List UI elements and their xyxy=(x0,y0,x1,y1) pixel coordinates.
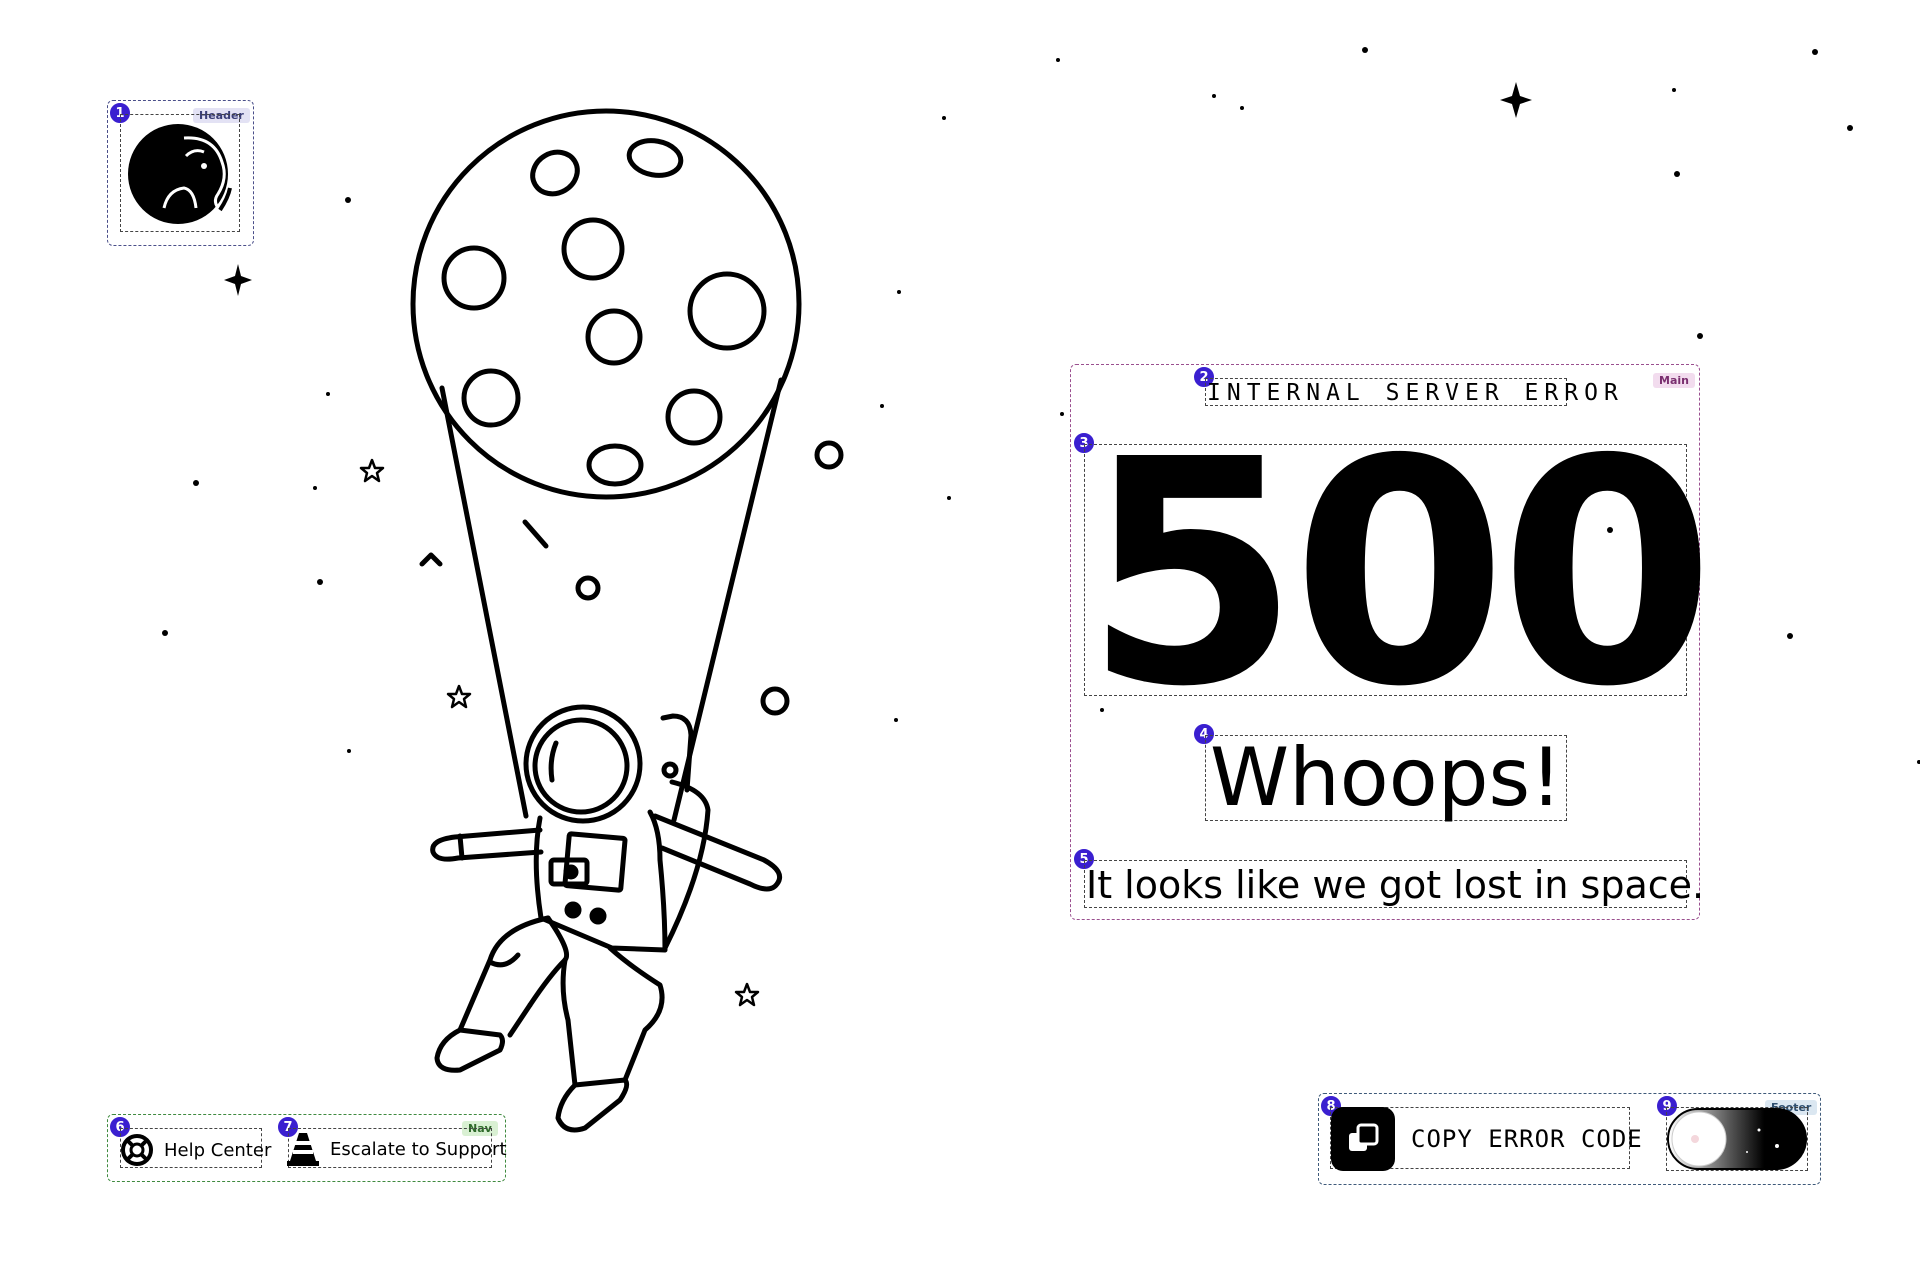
elephant-icon[interactable] xyxy=(124,118,236,228)
help-center-link[interactable]: Help Center xyxy=(120,1132,271,1168)
theme-toggle-icon[interactable] xyxy=(1667,1108,1807,1170)
escalate-support-label: Escalate to Support xyxy=(330,1138,507,1160)
copy-error-code-label: COPY ERROR CODE xyxy=(1411,1125,1643,1153)
error-headline: Whoops! xyxy=(1210,731,1563,824)
traffic-cone-icon xyxy=(287,1133,319,1166)
escalate-support-link[interactable]: Escalate to Support xyxy=(286,1130,507,1168)
error-message: It looks like we got lost in space. xyxy=(1086,863,1705,907)
copy-icon xyxy=(1331,1107,1395,1171)
lifebuoy-icon xyxy=(121,1134,153,1166)
astronaut-balloon-illustration xyxy=(410,108,844,1133)
help-center-label: Help Center xyxy=(164,1139,272,1161)
main-region-tag: Main xyxy=(1653,373,1695,388)
error-code: 500 xyxy=(1084,394,1715,755)
copy-error-code-button[interactable]: COPY ERROR CODE xyxy=(1331,1107,1643,1171)
